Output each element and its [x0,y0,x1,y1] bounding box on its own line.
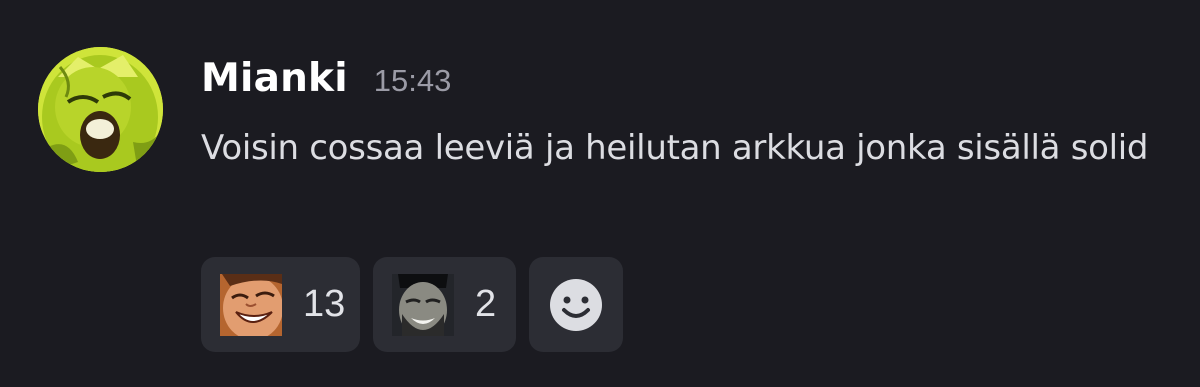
reaction-laughing[interactable]: 13 [201,257,360,352]
reaction-grinning-man[interactable]: 2 [373,257,516,352]
laughing-face-emoji-icon [220,273,282,336]
grinning-man-emoji-icon [392,273,454,336]
message-content: Voisin cossaa leeviä ja heilutan arkkua … [201,128,1149,168]
reaction-count: 13 [303,283,346,325]
timestamp[interactable]: 15:43 [374,63,452,99]
username[interactable]: Mianki [201,56,348,101]
reaction-count: 2 [475,283,497,325]
green-character-avatar-icon [38,47,163,172]
reactions-bar: 13 2 [201,257,623,352]
smiley-add-reaction-icon [550,278,602,331]
user-avatar[interactable] [38,47,163,172]
add-reaction-button[interactable] [529,257,623,352]
chat-message: Mianki 15:43 Voisin cossaa leeviä ja hei… [0,0,1200,387]
message-header: Mianki 15:43 [201,56,451,110]
